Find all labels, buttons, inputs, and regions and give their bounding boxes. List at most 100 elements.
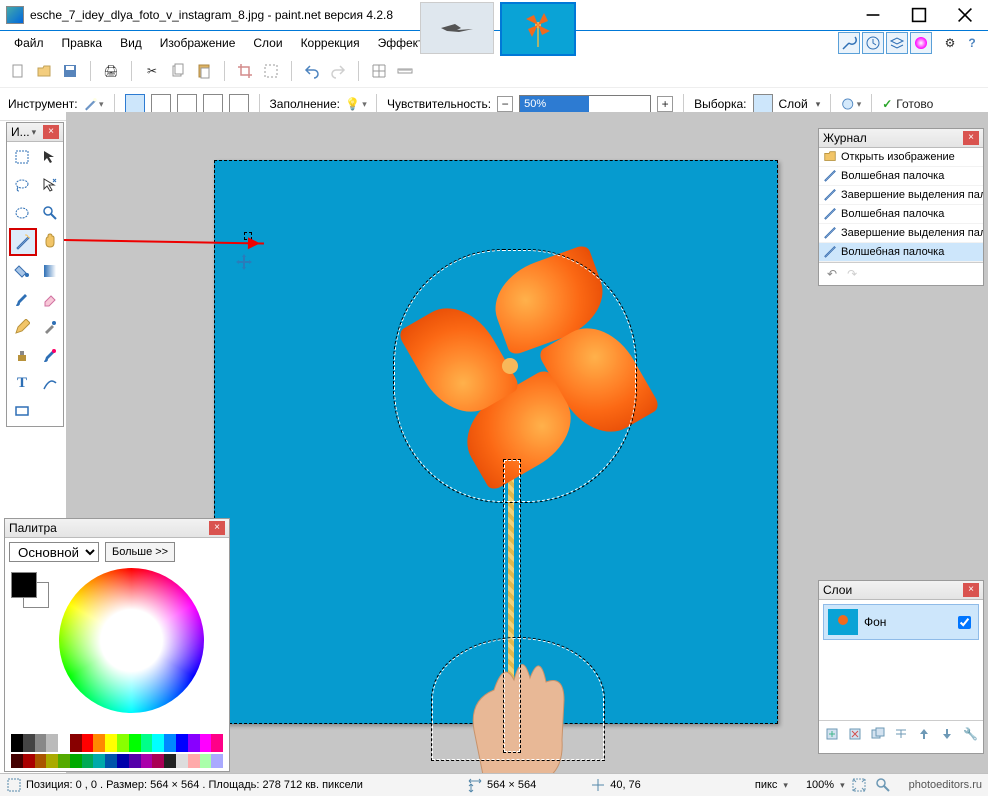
swatch[interactable] <box>117 754 129 768</box>
history-close-icon[interactable]: × <box>963 131 979 145</box>
menu-image[interactable]: Изображение <box>152 34 244 52</box>
tool-text[interactable]: T <box>9 370 35 396</box>
primary-secondary-swatch[interactable] <box>11 572 49 606</box>
selection-scope-icon[interactable] <box>753 94 773 114</box>
paste-icon[interactable] <box>194 61 214 81</box>
status-unit[interactable]: пикс <box>755 779 778 791</box>
swatch[interactable] <box>129 754 141 768</box>
menu-file[interactable]: Файл <box>6 34 52 52</box>
tool-line[interactable] <box>37 370 63 396</box>
print-icon[interactable]: 🖨 <box>101 61 121 81</box>
history-undo-icon[interactable]: ↶ <box>827 267 837 281</box>
swatch[interactable] <box>141 734 153 752</box>
swatch[interactable] <box>11 754 23 768</box>
palette-close-icon[interactable]: × <box>209 521 225 535</box>
fill-mode-icon[interactable]: 💡▾ <box>346 94 366 114</box>
maximize-button[interactable] <box>896 0 942 30</box>
layer-up-icon[interactable] <box>916 724 933 744</box>
close-button[interactable] <box>942 0 988 30</box>
history-item[interactable]: Завершение выделения палочкой <box>819 224 983 243</box>
swatch[interactable] <box>23 754 35 768</box>
menu-edit[interactable]: Правка <box>54 34 111 52</box>
swatch[interactable] <box>141 754 153 768</box>
settings-icon[interactable]: ⚙ <box>940 33 960 53</box>
swatch[interactable] <box>93 754 105 768</box>
swatch[interactable] <box>152 734 164 752</box>
document-thumb-1[interactable] <box>420 2 494 54</box>
color-mode-select[interactable]: Основной <box>9 542 99 562</box>
tolerance-plus[interactable]: + <box>657 96 673 112</box>
swatch[interactable] <box>188 734 200 752</box>
minimize-button[interactable] <box>850 0 896 30</box>
selmode-replace[interactable] <box>125 94 145 114</box>
swatch[interactable] <box>200 734 212 752</box>
ruler-icon[interactable] <box>395 61 415 81</box>
swatch[interactable] <box>188 754 200 768</box>
swatch[interactable] <box>70 754 82 768</box>
swatch[interactable] <box>164 734 176 752</box>
cut-icon[interactable]: ✂ <box>142 61 162 81</box>
swatch[interactable] <box>164 754 176 768</box>
layer-add-icon[interactable] <box>823 724 840 744</box>
undo-icon[interactable] <box>302 61 322 81</box>
swatch[interactable] <box>35 734 47 752</box>
layers-close-icon[interactable]: × <box>963 583 979 597</box>
tool-move-pixels[interactable] <box>37 172 63 198</box>
tool-rect-select[interactable] <box>9 144 35 170</box>
tool-gradient[interactable] <box>37 258 63 284</box>
swatch[interactable] <box>46 734 58 752</box>
tool-clone[interactable] <box>9 342 35 368</box>
util-tools-icon[interactable] <box>838 32 860 54</box>
tolerance-minus[interactable]: − <box>497 96 513 112</box>
history-item[interactable]: Волшебная палочка <box>819 205 983 224</box>
swatch[interactable] <box>176 734 188 752</box>
swatch[interactable] <box>11 734 23 752</box>
tool-recolor[interactable] <box>37 342 63 368</box>
swatch[interactable] <box>58 734 70 752</box>
tool-pan[interactable] <box>37 228 63 254</box>
history-item[interactable]: Открыть изображение <box>819 148 983 167</box>
util-colors-icon[interactable] <box>910 32 932 54</box>
tool-magic-wand[interactable] <box>9 228 37 256</box>
swatch[interactable] <box>93 734 105 752</box>
tool-pencil[interactable] <box>9 314 35 340</box>
tool-move-selection[interactable] <box>37 144 63 170</box>
color-swatches-row1[interactable] <box>11 734 223 752</box>
status-fit-icon[interactable] <box>849 775 869 795</box>
swatch[interactable] <box>200 754 212 768</box>
tool-eraser[interactable] <box>37 286 63 312</box>
util-layers-icon[interactable] <box>886 32 908 54</box>
save-icon[interactable] <box>60 61 80 81</box>
swatch[interactable] <box>152 754 164 768</box>
tool-color-picker[interactable] <box>37 314 63 340</box>
swatch[interactable] <box>58 754 70 768</box>
tool-zoom[interactable] <box>37 200 63 226</box>
swatch[interactable] <box>82 754 94 768</box>
tool-ellipse-select[interactable] <box>9 200 35 226</box>
selmode-intersect[interactable] <box>203 94 223 114</box>
menu-view[interactable]: Вид <box>112 34 150 52</box>
copy-icon[interactable] <box>168 61 188 81</box>
tool-brush[interactable] <box>9 286 35 312</box>
status-zoom-icon[interactable] <box>873 775 893 795</box>
util-history-icon[interactable] <box>862 32 884 54</box>
palette-more-button[interactable]: Больше >> <box>105 542 175 562</box>
redo-icon[interactable] <box>328 61 348 81</box>
layer-row[interactable]: Фон <box>823 604 979 640</box>
new-icon[interactable] <box>8 61 28 81</box>
flood-mode-icon[interactable]: ▾ <box>841 94 861 114</box>
swatch[interactable] <box>70 734 82 752</box>
help-icon[interactable]: ? <box>962 33 982 53</box>
tool-shapes[interactable] <box>9 398 35 424</box>
menu-layers[interactable]: Слои <box>245 34 290 52</box>
grid-icon[interactable] <box>369 61 389 81</box>
swatch[interactable] <box>46 754 58 768</box>
swatch[interactable] <box>23 734 35 752</box>
layer-duplicate-icon[interactable] <box>869 724 886 744</box>
selmode-add[interactable] <box>151 94 171 114</box>
history-item[interactable]: Волшебная палочка <box>819 243 983 262</box>
history-item[interactable]: Волшебная палочка <box>819 167 983 186</box>
swatch[interactable] <box>82 734 94 752</box>
swatch[interactable] <box>176 754 188 768</box>
deselect-icon[interactable] <box>261 61 281 81</box>
